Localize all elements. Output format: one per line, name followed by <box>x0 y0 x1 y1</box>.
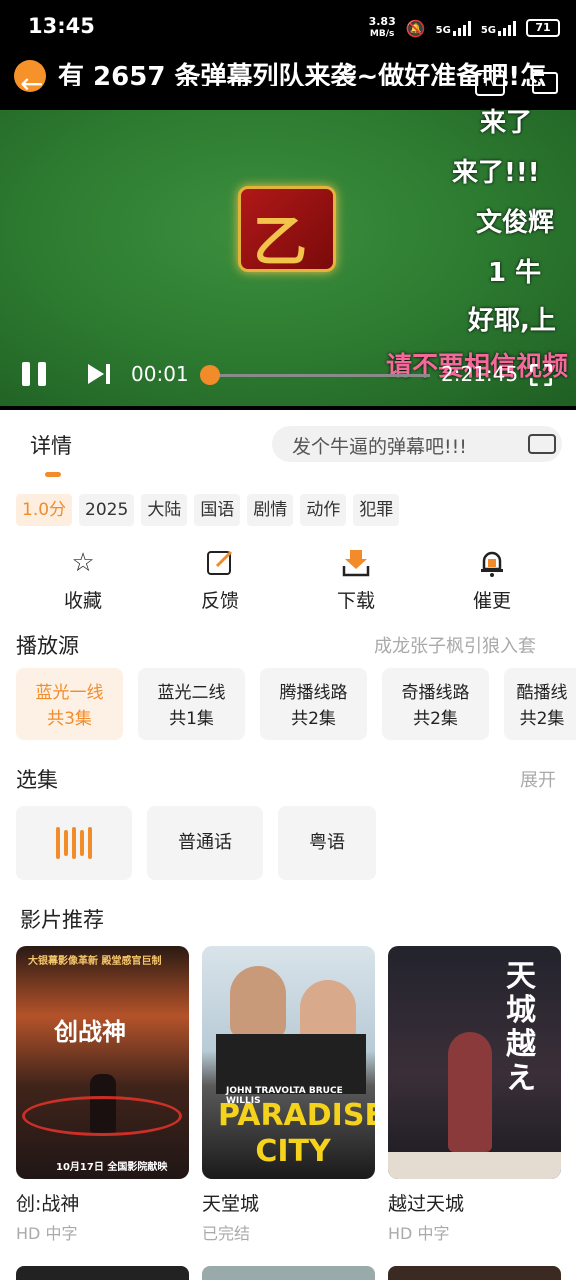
seek-bar[interactable] <box>210 374 430 377</box>
danmu-comment: 文俊辉 <box>476 208 555 238</box>
movie-card-peek[interactable] <box>16 1266 189 1280</box>
source-item[interactable]: 酷播线 共2集 <box>504 668 576 740</box>
episode-section-title: 选集 <box>16 768 58 792</box>
movie-poster[interactable]: 天城越え <box>388 946 561 1179</box>
movie-poster[interactable]: JOHN TRAVOLTA BRUCE WILLIS PARADISE CITY <box>202 946 375 1179</box>
source-hint[interactable]: 成龙张子枫引狼入套 <box>374 632 536 658</box>
tag-genre[interactable]: 犯罪 <box>353 494 400 526</box>
danmu-comment: 好耶,上 <box>468 306 556 336</box>
download-button[interactable]: 下载 <box>316 548 396 613</box>
poster-actor-left <box>230 966 286 1038</box>
danmu-comment: 1 牛 <box>488 258 542 288</box>
seek-handle[interactable] <box>200 365 220 385</box>
action-row: ☆ 收藏 反馈 下载 催更 <box>0 548 576 618</box>
danmu-input-placeholder: 发个牛逼的弹幕吧!!! <box>292 436 467 458</box>
tab-indicator <box>45 472 61 477</box>
clock: 13:45 <box>28 14 95 38</box>
tag-region[interactable]: 大陆 <box>141 494 188 526</box>
signal-icon-2: 5G <box>481 20 516 36</box>
movie-quality: HD 中字 <box>388 1224 450 1243</box>
source-list: 蓝光一线 共3集 蓝光二线 共1集 腾播线路 共2集 奇播线路 共2集 酷播线 共2集 <box>16 668 576 740</box>
net-speed: 3.83 MB/s <box>368 15 396 39</box>
danmu-comment: 来了!!! <box>452 158 540 188</box>
next-episode-icon[interactable] <box>86 362 112 386</box>
poster-woman <box>448 1032 492 1152</box>
source-item[interactable]: 腾播线路 共2集 <box>260 668 367 740</box>
download-icon <box>342 550 370 577</box>
tab-row: 详情 发个牛逼的弹幕吧!!! <box>0 410 576 480</box>
studio-logo: 乙 <box>238 186 336 273</box>
player-controls: 00:01 2:21:45 <box>0 346 576 406</box>
battery-icon: 71 <box>526 19 560 37</box>
fullscreen-icon[interactable] <box>530 364 552 386</box>
tag-list: 1.0分 2025 大陆 国语 剧情 动作 犯罪 <box>16 494 400 526</box>
danmu-settings-icon[interactable] <box>528 434 556 454</box>
favorite-button[interactable]: ☆ 收藏 <box>43 548 123 613</box>
source-item[interactable]: 蓝光一线 共3集 <box>16 668 123 740</box>
poster-neon-ring <box>22 1096 182 1136</box>
tag-language[interactable]: 国语 <box>194 494 241 526</box>
movie-card-peek[interactable] <box>202 1266 375 1280</box>
video-player[interactable]: 乙 ← 有 2657 条弹幕列队来袭~做好准备吧!怎 TV 来了 来了!!! 文… <box>0 56 576 410</box>
episode-list: 普通话 粤语 <box>16 806 376 880</box>
movie-card[interactable]: 天城越え 越过天城 HD 中字 <box>388 946 561 1244</box>
episode-item[interactable]: 普通话 <box>147 806 263 880</box>
movie-status: 已完结 <box>202 1224 251 1243</box>
bell-icon <box>481 551 503 577</box>
movie-card[interactable]: JOHN TRAVOLTA BRUCE WILLIS PARADISE CITY… <box>202 946 375 1244</box>
status-icons: 3.83 MB/s 🔕 5G 5G 71 <box>369 16 560 40</box>
source-item[interactable]: 蓝光二线 共1集 <box>138 668 245 740</box>
signal-icon: 5G <box>436 20 471 36</box>
back-arrow-icon[interactable]: ← <box>20 70 43 98</box>
danmu-input[interactable]: 发个牛逼的弹幕吧!!! <box>272 426 562 462</box>
recommend-section-title: 影片推荐 <box>20 908 104 932</box>
playing-episode-icon[interactable] <box>16 806 132 880</box>
pause-icon[interactable] <box>22 362 48 386</box>
source-item[interactable]: 奇播线路 共2集 <box>382 668 489 740</box>
movie-quality: HD 中字 <box>16 1224 78 1243</box>
poster-suits <box>216 1034 366 1094</box>
movie-card[interactable]: 大银幕影像革新 殿堂感官巨制 创战神 10月17日 全国影院献映 创:战神 HD… <box>16 946 189 1244</box>
source-section-title: 播放源 <box>16 634 79 658</box>
movie-title: 越过天城 <box>388 1193 465 1215</box>
danmu-comment: 来了 <box>480 108 533 138</box>
cast-tv-icon[interactable]: TV <box>475 70 505 96</box>
movie-poster[interactable]: 大银幕影像革新 殿堂感官巨制 创战神 10月17日 全国影院献映 <box>16 946 189 1179</box>
total-time: 2:21:45 <box>441 362 519 386</box>
tab-detail[interactable]: 详情 <box>30 430 72 460</box>
pip-icon[interactable] <box>532 72 558 94</box>
status-bar: 13:45 3.83 MB/s 🔕 5G 5G 71 <box>0 0 576 56</box>
recommend-list: 大银幕影像革新 殿堂感官巨制 创战神 10月17日 全国影院献映 创:战神 HD… <box>16 946 561 1244</box>
tag-score: 1.0分 <box>16 494 73 526</box>
remind-update-button[interactable]: 催更 <box>452 548 532 613</box>
current-time: 00:01 <box>131 362 189 386</box>
edit-icon <box>207 550 233 575</box>
episode-item[interactable]: 粤语 <box>278 806 376 880</box>
movie-card-peek[interactable] <box>388 1266 561 1280</box>
tag-genre[interactable]: 动作 <box>300 494 347 526</box>
star-icon: ☆ <box>71 548 95 578</box>
movie-title: 创:战神 <box>16 1193 80 1215</box>
tag-year[interactable]: 2025 <box>79 494 135 526</box>
feedback-button[interactable]: 反馈 <box>180 548 260 613</box>
expand-button[interactable]: 展开 <box>520 766 556 792</box>
mute-bell-icon: 🔕 <box>405 18 426 38</box>
tag-genre[interactable]: 剧情 <box>247 494 294 526</box>
movie-title: 天堂城 <box>202 1193 260 1215</box>
poster-cast-strip <box>388 1152 561 1179</box>
